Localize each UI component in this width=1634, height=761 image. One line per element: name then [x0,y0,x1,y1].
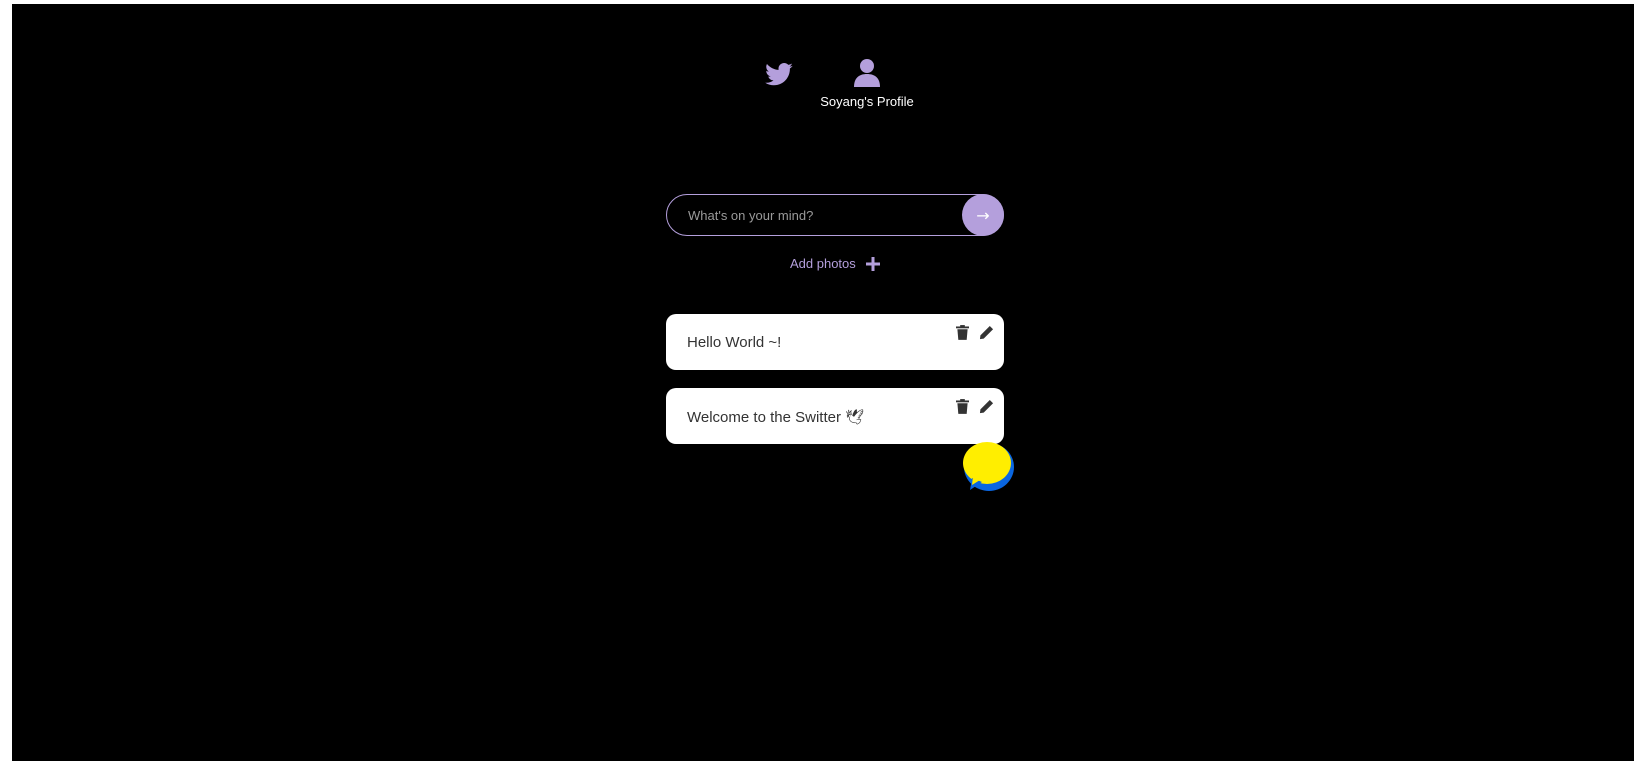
twitter-bird-icon [765,63,793,86]
pencil-icon [979,325,993,339]
chat-bubble-button[interactable] [960,440,1016,494]
tweet-text: Hello World ~! [687,334,782,351]
trash-icon [955,324,969,340]
edit-button[interactable] [978,324,994,340]
pencil-icon [979,399,993,413]
tweet-input[interactable] [666,194,1004,236]
profile-link[interactable]: Soyang's Profile [812,58,922,114]
tweet-card: Welcome to the Switter 🕊 [666,388,1004,444]
top-nav: Soyang's Profile [752,52,932,122]
tweet-actions [954,398,994,414]
app-frame: Soyang's Profile → Add photos Hello Worl… [12,4,1634,761]
tweet-text: Welcome to the Switter 🕊 [687,409,865,426]
delete-button[interactable] [954,324,970,340]
submit-button[interactable]: → [962,194,1004,236]
chat-bubble-icon [963,442,1014,491]
plus-icon [865,256,880,271]
tweet-actions [954,324,994,340]
add-photos-label: Add photos [790,256,856,271]
tweet-composer: → [666,194,1004,236]
trash-icon [955,398,969,414]
edit-button[interactable] [978,398,994,414]
home-link[interactable] [762,60,798,92]
user-icon [854,59,880,87]
tweet-card: Hello World ~! [666,314,1004,370]
delete-button[interactable] [954,398,970,414]
profile-label: Soyang's Profile [820,94,914,109]
add-photos-button[interactable]: Add photos [790,256,880,271]
